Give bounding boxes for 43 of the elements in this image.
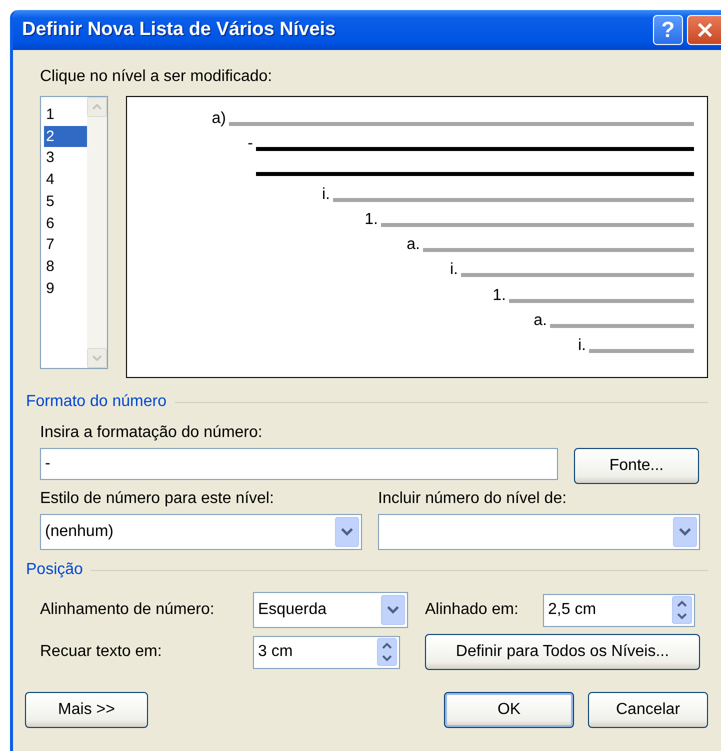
number-style-label: Estilo de número para este nível: <box>40 490 275 508</box>
close-button[interactable] <box>687 15 721 45</box>
level-list[interactable]: 1 2 3 4 5 6 7 8 9 <box>40 96 108 369</box>
font-button[interactable]: Fonte... <box>574 448 699 484</box>
level-item[interactable]: 7 <box>44 234 87 256</box>
aligned-at-field[interactable]: 2,5 cm <box>543 594 695 626</box>
level-number: a. <box>406 236 420 254</box>
section-heading: Formato do número <box>26 392 167 412</box>
level-number: - <box>248 134 253 153</box>
level-number: i. <box>450 261 458 280</box>
level-label: Clique no nível a ser modificado: <box>40 68 274 86</box>
number-style-select[interactable]: (nenhum) <box>40 514 362 550</box>
level-number: i. <box>322 186 330 204</box>
level-number: a. <box>534 312 547 330</box>
level-number: i. <box>578 337 586 356</box>
level-item[interactable]: 9 <box>44 278 87 300</box>
level-number: 1. <box>364 210 378 229</box>
dialog-button[interactable]: Mais >> <box>25 692 148 728</box>
format-field[interactable]: - <box>40 448 558 480</box>
dialog-button[interactable]: Cancelar <box>588 692 708 728</box>
section-heading: Posição <box>26 560 83 580</box>
alignment-label: Alinhamento de número: <box>40 601 216 619</box>
level-item[interactable]: 5 <box>44 190 87 213</box>
level-number: a) <box>212 110 226 128</box>
window-title: Definir Nova Lista de Vários Níveis <box>22 19 337 41</box>
level-item[interactable]: 4 <box>44 169 87 191</box>
level-item[interactable]: 1 <box>44 104 87 126</box>
dialog-button[interactable]: OK <box>444 692 574 728</box>
indent-label: Recuar texto em: <box>40 643 163 661</box>
spin-arrows-icon[interactable] <box>672 596 692 624</box>
spin-arrows-icon[interactable] <box>377 638 397 666</box>
level-item[interactable]: 6 <box>44 212 87 234</box>
include-level-select[interactable] <box>378 514 700 550</box>
include-level-label: Incluir número do nível de: <box>378 490 568 508</box>
aligned-at-label: Alinhado em: <box>425 601 520 619</box>
level-number: 1. <box>492 286 506 305</box>
alignment-select[interactable]: Esquerda <box>253 592 408 628</box>
set-all-levels-button[interactable]: Definir para Todos os Níveis... <box>425 634 700 670</box>
indent-field[interactable]: 3 cm <box>253 636 400 668</box>
level-item[interactable]: 3 <box>44 147 87 170</box>
level-item[interactable]: 2 <box>44 126 87 148</box>
format-label: Insira a formatação do número: <box>40 424 264 442</box>
level-item[interactable]: 8 <box>44 256 87 278</box>
